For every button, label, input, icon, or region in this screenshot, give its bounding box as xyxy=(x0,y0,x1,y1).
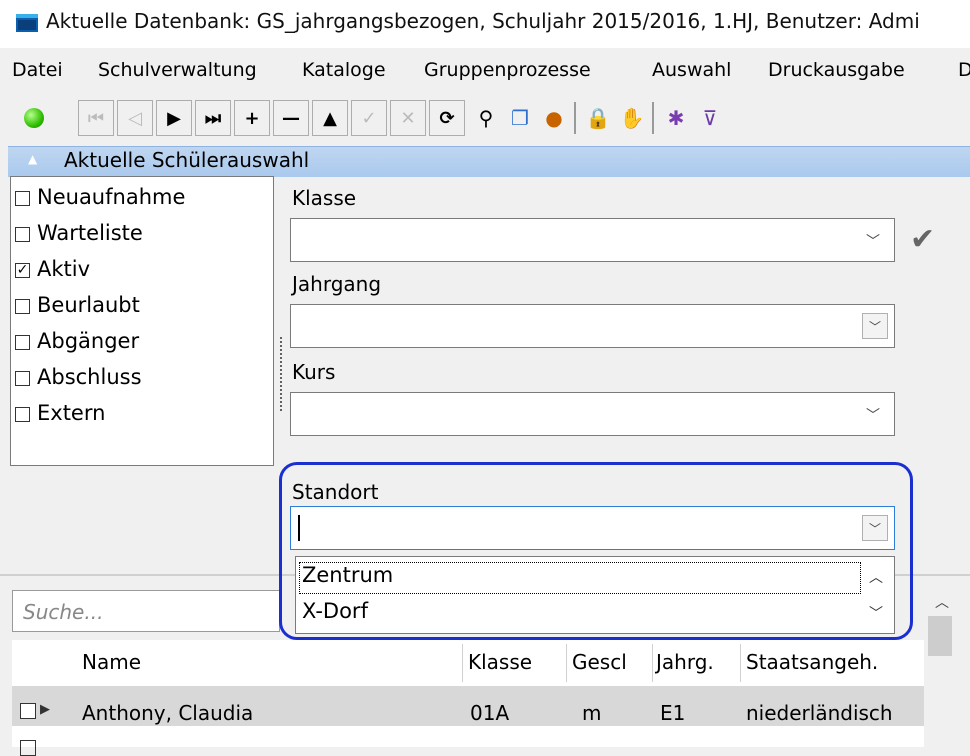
column-header-staatsangehoerigkeit[interactable]: Staatsangeh. xyxy=(746,650,922,674)
splitter-handle[interactable] xyxy=(279,336,283,412)
scroll-up-icon[interactable]: ︿ xyxy=(935,592,949,612)
window-title: Aktuelle Datenbank: GS_jahrgangsbezogen,… xyxy=(46,9,920,33)
next-record-icon[interactable]: ▶ xyxy=(156,100,192,136)
chevron-down-icon[interactable]: ﹀ xyxy=(866,231,880,251)
status-light-icon xyxy=(24,108,44,128)
cell-name: Anthony, Claudia xyxy=(82,701,254,725)
search-box[interactable] xyxy=(12,590,280,632)
checkbox[interactable] xyxy=(15,191,30,206)
table-row[interactable] xyxy=(12,730,924,747)
scrollbar-thumb[interactable] xyxy=(928,616,952,656)
apply-check-icon[interactable]: ✔ xyxy=(910,222,935,257)
toolbar-separator xyxy=(574,102,576,134)
first-record-icon[interactable]: ⏮ xyxy=(78,100,114,136)
checkbox[interactable] xyxy=(15,227,30,242)
menu-druckausgabe[interactable]: Druckausgabe xyxy=(768,59,905,81)
klasse-label: Klasse xyxy=(292,186,357,210)
row-checkbox[interactable] xyxy=(20,740,36,756)
filter-icon[interactable]: ⊽ xyxy=(694,100,726,136)
menu-datei[interactable]: Datei xyxy=(12,59,63,81)
checkbox-checked[interactable]: ✓ xyxy=(15,263,30,278)
filter-color-icon[interactable]: ✱ xyxy=(660,100,692,136)
copy-icon[interactable]: ❐ xyxy=(504,100,536,136)
highlight-annotation xyxy=(279,462,913,640)
cell-jahrgang: E1 xyxy=(660,701,686,725)
menu-gruppenprozesse[interactable]: Gruppenprozesse xyxy=(424,59,591,81)
chevron-down-icon[interactable]: ﹀ xyxy=(866,405,880,425)
toolbar-separator xyxy=(652,102,654,134)
checkbox[interactable] xyxy=(15,407,30,422)
column-separator xyxy=(652,644,653,682)
hand-icon[interactable]: ✋ xyxy=(616,100,648,136)
menu-schulverwaltung[interactable]: Schulverwaltung xyxy=(98,59,257,81)
last-record-icon[interactable]: ⏭ xyxy=(195,100,231,136)
chevron-down-icon[interactable]: ﹀ xyxy=(862,313,888,339)
jahrgang-select[interactable]: ﹀ xyxy=(290,304,895,348)
cancel-icon[interactable]: ✕ xyxy=(390,100,426,136)
column-separator xyxy=(462,644,463,682)
collapse-icon[interactable]: ▲ xyxy=(28,152,37,166)
kurs-select[interactable]: ﹀ xyxy=(290,392,895,436)
column-header-jahrgang[interactable]: Jahrg. xyxy=(656,650,714,674)
search-input[interactable] xyxy=(21,599,275,625)
kurs-label: Kurs xyxy=(292,360,336,384)
user-icon[interactable]: ● xyxy=(538,100,570,136)
search-key-icon[interactable]: ⚲ xyxy=(470,100,502,136)
confirm-icon[interactable]: ✓ xyxy=(351,100,387,136)
column-separator xyxy=(566,644,567,682)
jahrgang-label: Jahrgang xyxy=(292,272,382,296)
column-header-klasse[interactable]: Klasse xyxy=(468,650,532,674)
cell-staatsangehoerigkeit: niederländisch xyxy=(746,701,893,725)
column-header-name[interactable]: Name xyxy=(82,650,141,674)
column-separator xyxy=(740,644,741,682)
delete-record-icon[interactable]: — xyxy=(273,100,309,136)
lock-icon[interactable]: 🔒 xyxy=(582,100,614,136)
checkbox[interactable] xyxy=(15,299,30,314)
row-checkbox[interactable] xyxy=(20,703,36,719)
row-indicator-icon: ▶ xyxy=(40,702,50,717)
checkbox[interactable] xyxy=(15,335,30,350)
section-title: Aktuelle Schülerauswahl xyxy=(64,148,310,172)
cell-klasse: 01A xyxy=(470,701,510,725)
status-filter-list: Neuaufnahme Warteliste ✓ Aktiv Beurlaubt… xyxy=(10,176,274,466)
cell-geschlecht: m xyxy=(582,701,602,725)
add-record-icon[interactable]: + xyxy=(234,100,270,136)
menu-auswahl[interactable]: Auswahl xyxy=(652,59,731,81)
up-icon[interactable]: ▲ xyxy=(312,100,348,136)
checkbox[interactable] xyxy=(15,371,30,386)
column-header-geschlecht[interactable]: Gescl xyxy=(572,650,652,674)
app-icon xyxy=(16,14,38,32)
menu-d[interactable]: D xyxy=(958,59,970,81)
previous-record-icon[interactable]: ◁ xyxy=(117,100,153,136)
menu-kataloge[interactable]: Kataloge xyxy=(302,59,386,81)
klasse-select[interactable]: ﹀ xyxy=(290,218,895,262)
refresh-icon[interactable]: ⟳ xyxy=(429,100,465,136)
